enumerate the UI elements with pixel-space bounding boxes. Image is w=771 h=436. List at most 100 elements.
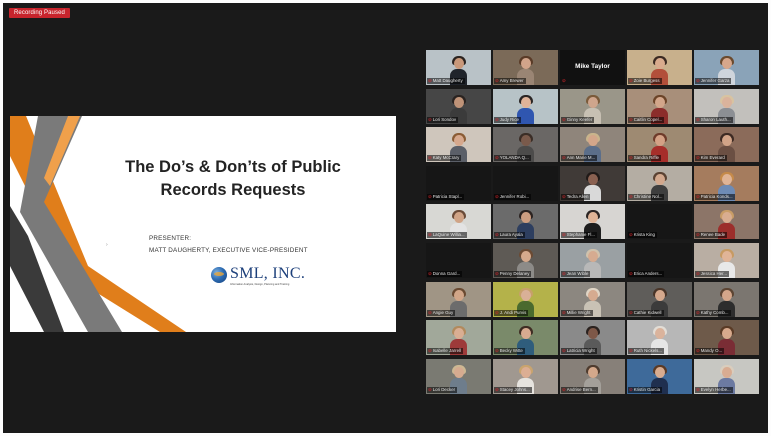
participant-tile[interactable]: ⊘Angie Guy	[426, 281, 491, 317]
mic-muted-icon: ⊘	[562, 116, 566, 122]
participant-tile[interactable]: ⊘Christine Nol...	[627, 165, 692, 201]
participant-tile[interactable]: ⊘Katy McCrary	[426, 127, 491, 163]
participant-face	[655, 58, 665, 69]
participant-name: Kristin Garcia	[633, 386, 661, 392]
participant-name-tag: ⊘Matt Daugherty	[427, 78, 465, 84]
participant-tile[interactable]: ⊘Jennifer Robi...	[493, 165, 558, 201]
mic-muted-icon: ⊘	[495, 232, 499, 238]
participant-tile[interactable]: ⊘Ruth Nickels...	[627, 320, 692, 356]
mic-muted-icon: ⊘	[428, 232, 432, 238]
participant-face	[521, 135, 531, 147]
participant-tile[interactable]: ⊘Kathy Comb...	[694, 281, 759, 317]
mic-muted-icon: ⊘	[562, 193, 566, 199]
participant-tile[interactable]: ⊘Stacey Johns...	[493, 358, 558, 394]
participant-tile[interactable]: ⊘Donna Gard...	[426, 243, 491, 278]
participant-tile[interactable]: ⊘Andrise Bern...	[560, 358, 625, 394]
participant-name: Latricia Wright	[566, 348, 595, 354]
participant-face	[521, 58, 531, 69]
participant-face	[588, 212, 598, 224]
participant-tile[interactable]: ⊘Amy Brewer	[493, 50, 558, 85]
participant-tile[interactable]: ⊘Jennifer Garza	[694, 50, 759, 85]
participant-tile[interactable]: ⊘Kim Everard	[694, 127, 759, 163]
participant-face	[588, 96, 598, 108]
participant-tile[interactable]: ⊘Lori Sondov	[426, 88, 491, 124]
participant-name: Evelyn Herbe...	[700, 386, 731, 392]
mic-muted-icon: ⊘	[629, 386, 633, 392]
zoom-meeting-window: Recording Paused The Do’s & Don’ts of Pu…	[3, 3, 768, 433]
participant-tile[interactable]: ⊘J. Andi Purvis	[493, 281, 558, 317]
participant-name-tag: ⊘Ann Marie M...	[561, 155, 598, 162]
participant-tile[interactable]: ⊘Cathie Kidwell	[627, 281, 692, 317]
participant-name-tag: ⊘Millie Wright	[561, 309, 593, 316]
participant-face	[722, 173, 732, 185]
participant-name: Angie Guy	[432, 309, 454, 315]
participant-name-tag: ⊘Cathie Kidwell	[628, 309, 664, 316]
participant-tile[interactable]: ⊘Becky Witte	[493, 320, 558, 356]
participant-tile[interactable]: ⊘LaQuine Willia...	[426, 204, 491, 240]
logo-text: SML, INC.	[230, 265, 306, 282]
participant-tile[interactable]: ⊘Zoie Burgess	[627, 50, 692, 85]
participant-name: Patricia Stapl...	[432, 193, 463, 199]
participant-name: Katy McCrary	[432, 155, 460, 161]
participant-tile[interactable]: ⊘Kristin Garcia	[627, 358, 692, 394]
participant-name: Kathy Comb...	[700, 309, 729, 315]
mic-muted-icon: ⊘	[696, 348, 700, 354]
mic-muted-icon: ⊘	[696, 116, 700, 122]
participant-tile[interactable]: ⊘Caitlin Copel...	[627, 88, 692, 124]
participant-tile[interactable]: ⊘Lori Decker	[426, 358, 491, 394]
mic-muted-icon: ⊘	[629, 309, 633, 315]
presenter-label: PRESENTER:	[149, 235, 192, 242]
participant-tile[interactable]: ⊘Jean Wible	[560, 243, 625, 278]
participant-tile[interactable]: ⊘Tedra Allen	[560, 165, 625, 201]
participant-tile[interactable]: Mike Taylor ⊘	[560, 50, 625, 85]
mic-muted-icon: ⊘	[629, 193, 633, 199]
mic-muted-icon: ⊘	[696, 155, 700, 161]
mic-muted-icon: ⊘	[562, 155, 566, 161]
participant-tile[interactable]: ⊘Ann Marie M...	[560, 127, 625, 163]
participant-tile[interactable]: ⊘Evelyn Herbe...	[694, 358, 759, 394]
participant-tile[interactable]: ⊘Mandy O...	[694, 320, 759, 356]
mic-muted-icon: ⊘	[629, 232, 633, 238]
participant-name-tag: ⊘Judy Rice	[494, 116, 521, 123]
participant-face	[454, 212, 464, 224]
participant-face	[655, 96, 665, 108]
mic-muted-icon: ⊘	[428, 116, 432, 122]
participant-tile[interactable]: ⊘Sharon Lauth...	[694, 88, 759, 124]
participant-tile[interactable]: ⊘Jessica Her...	[694, 243, 759, 278]
participant-name-tag: ⊘	[561, 78, 569, 84]
participant-name-tag: ⊘Tedra Allen	[561, 193, 591, 200]
participant-tile[interactable]: ⊘Krista King	[627, 204, 692, 240]
participant-tile[interactable]: ⊘Matt Daugherty	[426, 50, 491, 85]
mic-muted-icon: ⊘	[495, 348, 499, 354]
participant-tile[interactable]: ⊘Stephanie Fl...	[560, 204, 625, 240]
recording-paused-indicator[interactable]: Recording Paused	[9, 8, 70, 18]
participant-tile[interactable]: ⊘Patricia Stapl...	[426, 165, 491, 201]
participant-tile[interactable]: ⊘Millie Wright	[560, 281, 625, 317]
participant-face	[521, 212, 531, 224]
mic-muted-icon: ⊘	[428, 193, 432, 199]
participant-name-tag: ⊘Sandra Riffle	[628, 155, 661, 162]
participant-name-tag: ⊘Patricia Stapl...	[427, 193, 465, 200]
participant-tile[interactable]: ⊘Penny Delaney	[493, 243, 558, 278]
participant-tile[interactable]: ⊘YOLANDA Q...	[493, 127, 558, 163]
participant-name-tag: ⊘Christine Nol...	[628, 193, 665, 200]
mic-muted-icon: ⊘	[696, 309, 700, 315]
mic-muted-icon: ⊘	[495, 116, 499, 122]
participant-tile[interactable]: ⊘Laura Ayala	[493, 204, 558, 240]
participant-tile[interactable]: ⊘Sandra Riffle	[627, 127, 692, 163]
participant-tile[interactable]: ⊘Isabelle Jarrell	[426, 320, 491, 356]
participant-tile[interactable]: ⊘Patricia Konds...	[694, 165, 759, 201]
participant-face	[454, 328, 464, 340]
participant-tile[interactable]: ⊘Ginny Keefer	[560, 88, 625, 124]
participant-tile[interactable]: ⊘Judy Rice	[493, 88, 558, 124]
participant-tile[interactable]: ⊘Renee Bade	[694, 204, 759, 240]
participant-name: Sandra Riffle	[633, 155, 659, 161]
participant-display-name: Mike Taylor	[575, 63, 610, 70]
participant-tile[interactable]: ⊘Erica Anders...	[627, 243, 692, 278]
participant-tile[interactable]: ⊘Latricia Wright	[560, 320, 625, 356]
participant-face	[655, 173, 665, 185]
mic-muted-icon: ⊘	[696, 386, 700, 392]
mic-muted-icon: ⊘	[495, 78, 499, 83]
mic-muted-icon: ⊘	[562, 348, 566, 354]
mic-muted-icon: ⊘	[495, 271, 499, 276]
